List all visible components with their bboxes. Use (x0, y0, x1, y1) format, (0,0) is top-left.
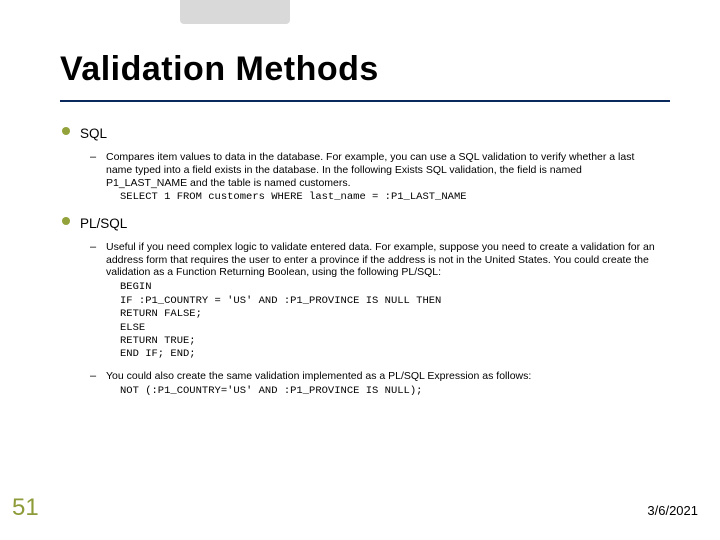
sub-text: Compares item values to data in the data… (106, 151, 634, 189)
slide: Validation Methods SQL – Compares item v… (0, 0, 720, 540)
bullet-label: PL/SQL (80, 216, 127, 231)
sub-text: Useful if you need complex logic to vali… (106, 241, 655, 279)
code-block: SELECT 1 FROM customers WHERE last_name … (120, 191, 660, 204)
bullet-icon (62, 217, 70, 225)
title-rule (60, 100, 670, 102)
dash-icon: – (90, 151, 96, 164)
dash-icon: – (90, 241, 96, 254)
code-block: BEGIN IF :P1_COUNTRY = 'US' AND :P1_PROV… (120, 281, 660, 362)
sub-text: You could also create the same validatio… (106, 370, 531, 382)
sub-bullet: – Compares item values to data in the da… (106, 151, 660, 205)
slide-title: Validation Methods (60, 50, 379, 89)
dash-icon: – (90, 370, 96, 383)
tab-stub (180, 0, 290, 24)
bullet-sql: SQL – Compares item values to data in th… (80, 125, 660, 205)
slide-content: SQL – Compares item values to data in th… (80, 125, 660, 408)
bullet-label: SQL (80, 126, 107, 141)
bullet-plsql: PL/SQL – Useful if you need complex logi… (80, 215, 660, 398)
sub-bullet: – You could also create the same validat… (106, 370, 660, 398)
bullet-icon (62, 127, 70, 135)
code-block: NOT (:P1_COUNTRY='US' AND :P1_PROVINCE I… (120, 385, 660, 398)
slide-date: 3/6/2021 (647, 503, 698, 518)
sub-bullet: – Useful if you need complex logic to va… (106, 241, 660, 362)
page-number: 51 (12, 494, 39, 522)
